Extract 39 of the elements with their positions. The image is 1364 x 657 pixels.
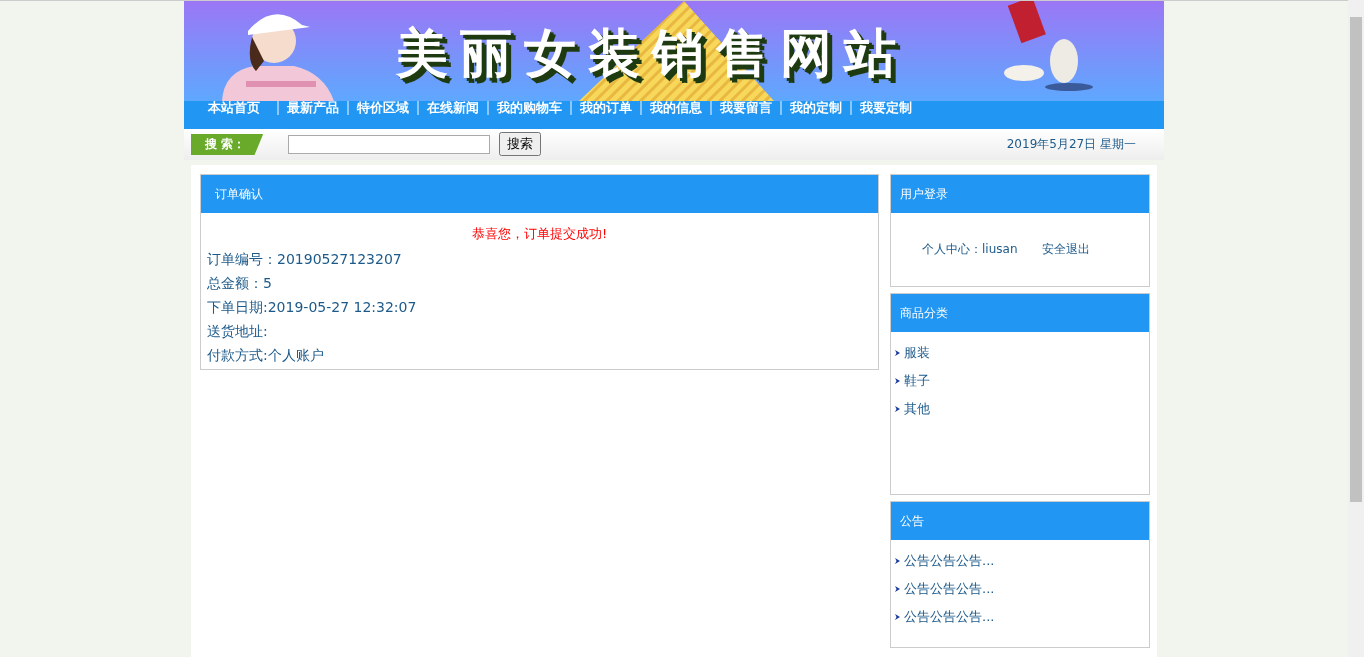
panel-header: 公告 (891, 502, 1149, 540)
panel-header: 商品分类 (891, 294, 1149, 332)
nav-link[interactable]: 在线新闻 (419, 99, 487, 118)
arrow-icon (895, 350, 900, 356)
category-link[interactable]: 其他 (904, 400, 930, 418)
arrow-icon (895, 586, 900, 592)
nav-link[interactable]: 我的订单 (572, 99, 640, 118)
logout-link[interactable]: 安全退出 (1042, 241, 1091, 258)
order-detail: 付款方式:个人账户 (206, 346, 325, 365)
arrow-icon (895, 558, 900, 564)
scrollbar-thumb[interactable] (1350, 17, 1362, 502)
order-detail: 送货地址: (206, 322, 269, 341)
panel-header: 订单确认 (201, 175, 878, 213)
nav-link[interactable]: 我的购物车 (489, 99, 570, 118)
search-field[interactable] (288, 134, 491, 154)
notice-link[interactable]: 公告公告公告... (904, 580, 995, 598)
arrow-icon (895, 614, 900, 620)
user-center-link[interactable]: 个人中心：liusan (922, 241, 1018, 258)
nav-link[interactable]: 我的定制 (782, 99, 850, 118)
notice-link[interactable]: 公告公告公告... (904, 552, 995, 570)
order-detail: 订单编号：20190527123207 (206, 250, 403, 269)
success-message: 恭喜您，订单提交成功! (470, 225, 609, 243)
arrow-icon (895, 378, 900, 384)
nav-link[interactable]: 我的信息 (642, 99, 710, 118)
order-detail: 下单日期:2019-05-27 12:32:07 (206, 298, 418, 317)
search-button[interactable]: 搜索 (499, 132, 542, 157)
nav-link[interactable]: 最新产品 (279, 99, 347, 118)
panel-header: 用户登录 (891, 175, 1149, 213)
nav-link[interactable]: 特价区域 (349, 99, 417, 118)
search-label: 搜 索： (191, 133, 264, 155)
order-detail: 总金额：5 (206, 274, 273, 293)
nav-link[interactable]: 我要留言 (712, 99, 780, 118)
arrow-icon (895, 406, 900, 412)
category-link[interactable]: 服装 (904, 344, 930, 362)
nav-link[interactable]: 我要定制 (852, 99, 920, 118)
notice-link[interactable]: 公告公告公告... (904, 608, 995, 626)
nav-link[interactable]: 本站首页 (208, 99, 268, 118)
date-text: 2019年5月27日 星期一 (1006, 135, 1136, 153)
category-link[interactable]: 鞋子 (904, 372, 930, 390)
